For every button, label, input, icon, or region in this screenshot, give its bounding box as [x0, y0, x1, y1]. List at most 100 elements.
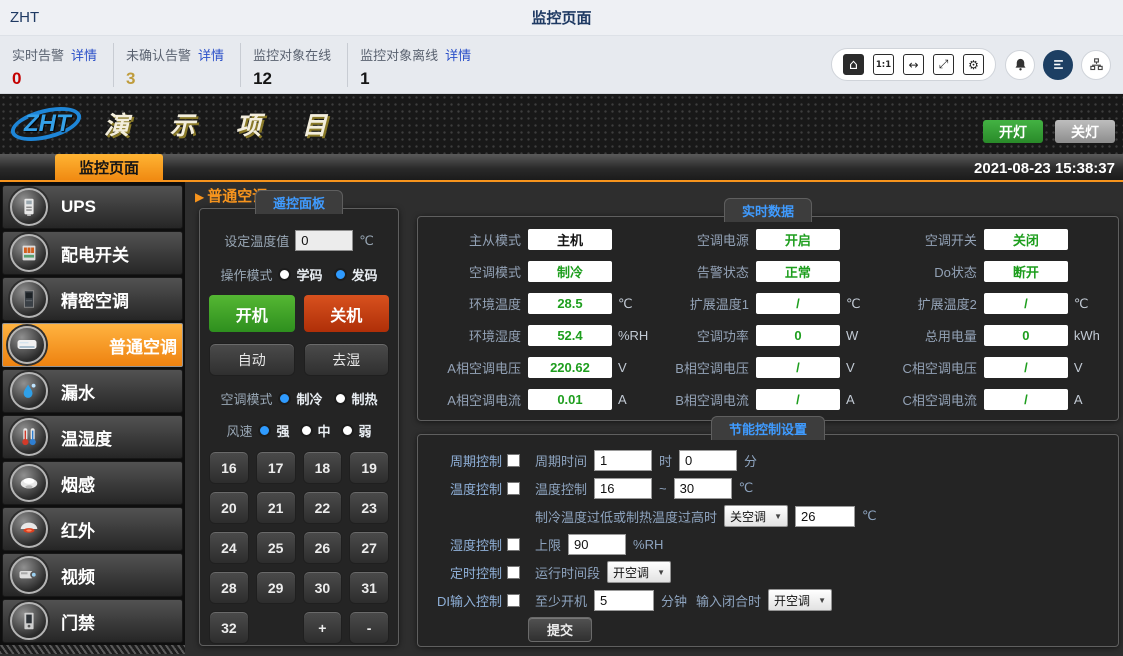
temp-button-30[interactable]: 30 — [303, 571, 343, 604]
realtime-field-value: / — [756, 293, 840, 314]
zht-logo-icon: ZHT — [10, 104, 86, 144]
temp-button-32[interactable]: 32 — [209, 611, 249, 644]
temp-button-22[interactable]: 22 — [303, 491, 343, 524]
di-minutes-input[interactable] — [594, 590, 654, 611]
op-mode-option-发码[interactable]: 发码 — [334, 265, 378, 284]
sidebar-item-配电开关[interactable]: 配电开关 — [2, 231, 183, 275]
temp-high-input[interactable] — [674, 478, 732, 499]
realtime-field-C相空调电压: C相空调电压/V — [882, 357, 1110, 378]
temp-button-24[interactable]: 24 — [209, 531, 249, 564]
power-off-button[interactable]: 关机 — [304, 295, 390, 332]
di-action-select[interactable]: 开空调 ▼ — [768, 589, 832, 611]
humidity-control-checkbox[interactable] — [507, 538, 520, 551]
temp-button-18[interactable]: 18 — [303, 451, 343, 484]
site-title: 演 示 项 目 — [104, 106, 344, 142]
sidebar-item-门禁[interactable]: 门禁 — [2, 599, 183, 643]
realtime-field-label: B相空调电压 — [654, 358, 749, 377]
cycle-time-label: 周期时间 — [535, 451, 587, 470]
power-on-button[interactable]: 开机 — [209, 295, 295, 332]
temp-button-19[interactable]: 19 — [349, 451, 389, 484]
temp-button-27[interactable]: 27 — [349, 531, 389, 564]
caret-down-icon: ▼ — [774, 512, 782, 521]
realtime-field-label: Do状态 — [882, 262, 977, 281]
sidebar-item-普通空调[interactable]: 普通空调 — [2, 323, 183, 367]
submit-button[interactable]: 提交 — [528, 617, 592, 642]
timer-control-checkbox[interactable] — [507, 566, 520, 579]
realtime-field-value: / — [756, 357, 840, 378]
temp-control-label: 温度控制 — [450, 479, 502, 498]
temp-button-17[interactable]: 17 — [256, 451, 296, 484]
realtime-field-unit: V — [1074, 360, 1110, 375]
temp-button-29[interactable]: 29 — [256, 571, 296, 604]
temp-control-checkbox[interactable] — [507, 482, 520, 495]
temp-button-23[interactable]: 23 — [349, 491, 389, 524]
op-mode-option-学码[interactable]: 学码 — [278, 265, 322, 284]
stat-detail-link[interactable]: 详情 — [71, 45, 97, 64]
tab-monitor-page[interactable]: 监控页面 — [55, 154, 163, 180]
light-on-button[interactable]: 开灯 — [983, 120, 1043, 143]
temp-button-pad: 16171819 20212223 24252627 28293031 32 +- — [209, 451, 389, 644]
stat-value: 3 — [126, 69, 224, 89]
cycle-minute-input[interactable] — [679, 450, 737, 471]
sidebar-item-烟感[interactable]: 烟感 — [2, 461, 183, 505]
settings-icon[interactable]: ⚙ — [963, 54, 984, 75]
fan-speed-radio — [341, 424, 354, 437]
temp-button-28[interactable]: 28 — [209, 571, 249, 604]
fan-speed-option-弱[interactable]: 弱 — [341, 421, 372, 440]
temp-low-input[interactable] — [594, 478, 652, 499]
cycle-control-checkbox[interactable] — [507, 454, 520, 467]
temp-button-16[interactable]: 16 — [209, 451, 249, 484]
home-icon[interactable]: ⌂ — [843, 54, 864, 75]
temp-button-26[interactable]: 26 — [303, 531, 343, 564]
fan-speed-option-中[interactable]: 中 — [300, 421, 331, 440]
sidebar-item-温湿度[interactable]: 温湿度 — [2, 415, 183, 459]
stat-detail-link[interactable]: 详情 — [198, 45, 224, 64]
bell-icon[interactable] — [1005, 50, 1035, 80]
fan-speed-option-强[interactable]: 强 — [258, 421, 289, 440]
stat-detail-link[interactable]: 详情 — [445, 45, 471, 64]
temp-button--[interactable]: - — [349, 611, 389, 644]
auto-button[interactable]: 自动 — [209, 343, 295, 376]
temp-button-25[interactable]: 25 — [256, 531, 296, 564]
temp-button-+[interactable]: + — [303, 611, 343, 644]
list-icon[interactable] — [1043, 50, 1073, 80]
fit-width-icon[interactable]: ↔ — [903, 54, 924, 75]
timer-action-select[interactable]: 开空调 ▼ — [607, 561, 671, 583]
humidity-limit-input[interactable] — [568, 534, 626, 555]
sidebar-item-label: 门禁 — [61, 609, 95, 634]
light-off-button[interactable]: 关灯 — [1055, 120, 1115, 143]
sidebar-item-红外[interactable]: 红外 — [2, 507, 183, 551]
overtemp-action-select[interactable]: 关空调 ▼ — [724, 505, 788, 527]
overtemp-value-input[interactable] — [795, 506, 855, 527]
temp-button-20[interactable]: 20 — [209, 491, 249, 524]
cycle-control-row: 周期控制 周期时间 时 分 — [428, 449, 1108, 471]
set-temp-input[interactable] — [295, 230, 353, 251]
topology-icon[interactable] — [1081, 50, 1111, 80]
di-control-checkbox[interactable] — [507, 594, 520, 607]
cycle-hour-input[interactable] — [594, 450, 652, 471]
sidebar-item-视频[interactable]: 视频 — [2, 553, 183, 597]
sidebar-item-漏水[interactable]: 漏水 — [2, 369, 183, 413]
dehumidify-button[interactable]: 去湿 — [304, 343, 390, 376]
temp-tilde: ~ — [659, 481, 667, 496]
realtime-field-空调电源: 空调电源开启 — [654, 229, 882, 250]
sidebar-item-label: UPS — [61, 197, 96, 217]
stat-value: 12 — [253, 69, 331, 89]
temp-button-31[interactable]: 31 — [349, 571, 389, 604]
ac-mode-option-制冷[interactable]: 制冷 — [278, 389, 322, 408]
screen: ZHT 监控页面 实时告警详情0未确认告警详情3监控对象在线12监控对象离线详情… — [0, 0, 1123, 656]
realtime-field-value: / — [984, 357, 1068, 378]
di-input-row: DI输入控制 至少开机 分钟 输入闭合时 开空调 ▼ — [428, 589, 1108, 611]
realtime-field-value: 正常 — [756, 261, 840, 282]
sidebar-item-UPS[interactable]: UPS — [2, 185, 183, 229]
timer-period-label: 运行时间段 — [535, 563, 600, 582]
page-title: 监控页面 — [0, 7, 1123, 28]
fullscreen-icon[interactable]: ⤢ — [933, 54, 954, 75]
ac-mode-option-制热[interactable]: 制热 — [334, 389, 378, 408]
realtime-field-label: 空调电源 — [654, 230, 749, 249]
ac-mode-row: 空调模式 制冷制热 — [209, 389, 389, 408]
temp-button-21[interactable]: 21 — [256, 491, 296, 524]
one-to-one-icon[interactable]: 1:1 — [873, 54, 894, 75]
sidebar-item-精密空调[interactable]: 精密空调 — [2, 277, 183, 321]
stat-group-1: 未确认告警详情3 — [114, 43, 241, 87]
